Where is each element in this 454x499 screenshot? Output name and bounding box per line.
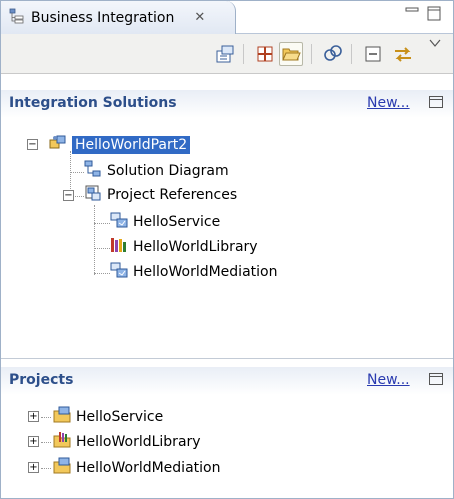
maximize-icon[interactable] [427,5,441,25]
tree-item-label: Project References [107,187,238,203]
open-folder-icon[interactable] [279,42,303,66]
show-grid-icon[interactable] [253,42,277,66]
project-item[interactable]: HelloWorldMediation [53,457,220,479]
section-maximize-icon[interactable] [429,373,443,385]
collapse-references-toggle[interactable]: − [63,190,74,201]
expand-project-toggle[interactable]: + [28,462,39,473]
solution-wizard-icon[interactable] [213,42,237,66]
project-references-icon [84,184,102,206]
new-solution-link[interactable]: New... [367,95,410,111]
tree-item-reference[interactable]: HelloWorldLibrary [110,236,258,258]
project-label: HelloService [76,409,164,425]
project-item[interactable]: HelloService [53,406,163,428]
business-integration-icon [9,8,25,28]
tree-item-reference[interactable]: HelloWorldMediation [110,261,277,283]
diagram-icon [84,160,102,182]
integration-solutions-title: Integration Solutions [9,95,177,111]
tree-item-project-references[interactable]: Project References [84,184,237,206]
view-toolbar [1,34,453,74]
projects-header: Projects New... [1,367,453,395]
tree-item-label: Solution Diagram [107,163,229,179]
project-label: HelloWorldMediation [76,460,221,476]
view-menu-icon[interactable] [427,36,451,60]
link-icon[interactable] [321,42,345,66]
library-icon [110,236,128,258]
project-label: HelloWorldLibrary [76,434,201,450]
expand-project-toggle[interactable]: + [28,411,39,422]
integration-solutions-header: Integration Solutions New... [1,90,453,118]
project-item[interactable]: HelloWorldLibrary [53,431,201,453]
tree-item-label: HelloService [133,214,221,230]
solution-icon [49,134,67,156]
collapse-root-toggle[interactable]: − [27,139,38,150]
close-icon[interactable]: ✕ [194,10,205,25]
tab-business-integration[interactable]: Business Integration ✕ [1,1,236,34]
tree-item-reference[interactable]: HelloService [110,211,220,233]
tree-item-root[interactable]: HelloWorldPart2 [49,134,191,156]
projects-title: Projects [9,372,74,388]
tree-item-solution-diagram[interactable]: Solution Diagram [84,160,229,182]
module-icon [110,261,128,283]
tree-item-label: HelloWorldLibrary [133,239,258,255]
business-integration-view: Business Integration ✕ Integration Solut… [0,0,454,499]
minimize-icon[interactable] [405,5,419,23]
sync-arrows-icon[interactable] [391,42,415,66]
new-project-link[interactable]: New... [367,372,410,388]
section-maximize-icon[interactable] [429,96,443,108]
expand-project-toggle[interactable]: + [28,436,39,447]
view-tab-bar: Business Integration ✕ [1,1,453,34]
tree-item-label: HelloWorldMediation [133,264,278,280]
tree-item-label: HelloWorldPart2 [72,136,191,154]
section-divider [1,358,453,359]
module-icon [110,211,128,233]
tab-title: Business Integration [31,9,175,26]
project-library-icon [53,431,71,453]
project-module-icon [53,457,71,479]
collapse-all-icon[interactable] [361,42,385,66]
project-module-icon [53,406,71,428]
